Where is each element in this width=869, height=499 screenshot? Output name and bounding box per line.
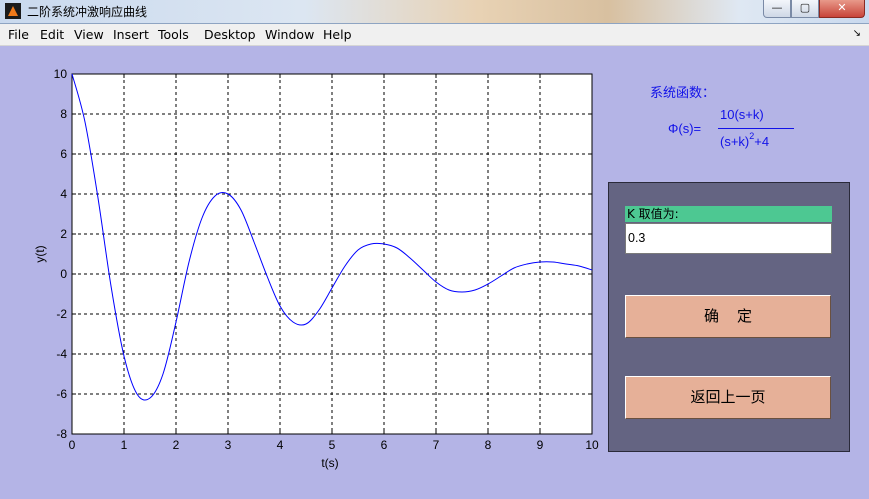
- x-tick-label: 1: [121, 438, 128, 452]
- x-tick-label: 8: [485, 438, 492, 452]
- y-tick-label: 0: [60, 267, 67, 281]
- k-value-label: K 取值为:: [625, 206, 832, 222]
- denominator-exponent: 2: [749, 131, 755, 141]
- title-bar: 二阶系统冲激响应曲线 — ▢ ✕: [0, 0, 869, 24]
- window-title: 二阶系统冲激响应曲线: [27, 5, 148, 19]
- x-tick-label: 9: [537, 438, 544, 452]
- formula-label: 系统函数：: [650, 86, 716, 101]
- menu-edit[interactable]: Edit: [40, 27, 64, 42]
- close-button[interactable]: ✕: [819, 0, 865, 18]
- x-tick-label: 3: [225, 438, 232, 452]
- matlab-icon: [5, 3, 21, 19]
- minimize-button[interactable]: —: [763, 0, 791, 18]
- menu-window[interactable]: Window: [265, 27, 314, 42]
- y-tick-label: -6: [56, 387, 67, 401]
- x-tick-label: 6: [381, 438, 388, 452]
- denominator-base: (s+k): [720, 134, 750, 149]
- y-tick-label: 4: [60, 187, 67, 201]
- formula-numerator: 10(s+k): [720, 107, 764, 122]
- menu-insert[interactable]: Insert: [113, 27, 149, 42]
- formula-denominator: (s+k)2+4: [720, 131, 770, 149]
- menu-file[interactable]: File: [8, 27, 29, 42]
- confirm-button[interactable]: 确定: [625, 295, 831, 338]
- x-axis-label: t(s): [321, 456, 338, 470]
- x-tick-label: 5: [329, 438, 336, 452]
- menu-desktop[interactable]: Desktop: [204, 27, 256, 42]
- x-tick-label: 2: [173, 438, 180, 452]
- k-value-input[interactable]: 0.3: [625, 223, 832, 254]
- x-tick-label: 7: [433, 438, 440, 452]
- menu-view[interactable]: View: [74, 27, 104, 42]
- y-tick-label: 6: [60, 147, 67, 161]
- y-tick-label: 10: [54, 67, 68, 81]
- menu-help[interactable]: Help: [323, 27, 352, 42]
- menu-tools[interactable]: Tools: [158, 27, 189, 42]
- y-tick-label: 2: [60, 227, 67, 241]
- x-tick-label: 10: [585, 438, 599, 452]
- formula-lhs: Φ(s)=: [668, 121, 702, 136]
- y-tick-label: -4: [56, 347, 67, 361]
- back-button[interactable]: 返回上一页: [625, 376, 831, 419]
- x-tick-label: 4: [277, 438, 284, 452]
- y-tick-label: -8: [56, 427, 67, 441]
- dock-arrow-icon[interactable]: ↘: [853, 28, 861, 39]
- denominator-tail: +4: [754, 134, 770, 149]
- y-axis-label: y(t): [33, 245, 47, 262]
- fraction-bar: [718, 128, 794, 129]
- y-tick-label: -2: [56, 307, 67, 321]
- x-tick-label: 0: [69, 438, 76, 452]
- maximize-button[interactable]: ▢: [791, 0, 819, 18]
- impulse-response-plot: 0 1 2 3 4 5 6 7 8 9 10 -8 -6 -4 -2 0 2 4 6 8 10 t(s) y(t): [33, 67, 599, 470]
- window-controls: — ▢ ✕: [763, 0, 865, 18]
- y-tick-label: 8: [60, 107, 67, 121]
- menu-bar: File Edit View Insert Tools Desktop Wind…: [0, 24, 869, 46]
